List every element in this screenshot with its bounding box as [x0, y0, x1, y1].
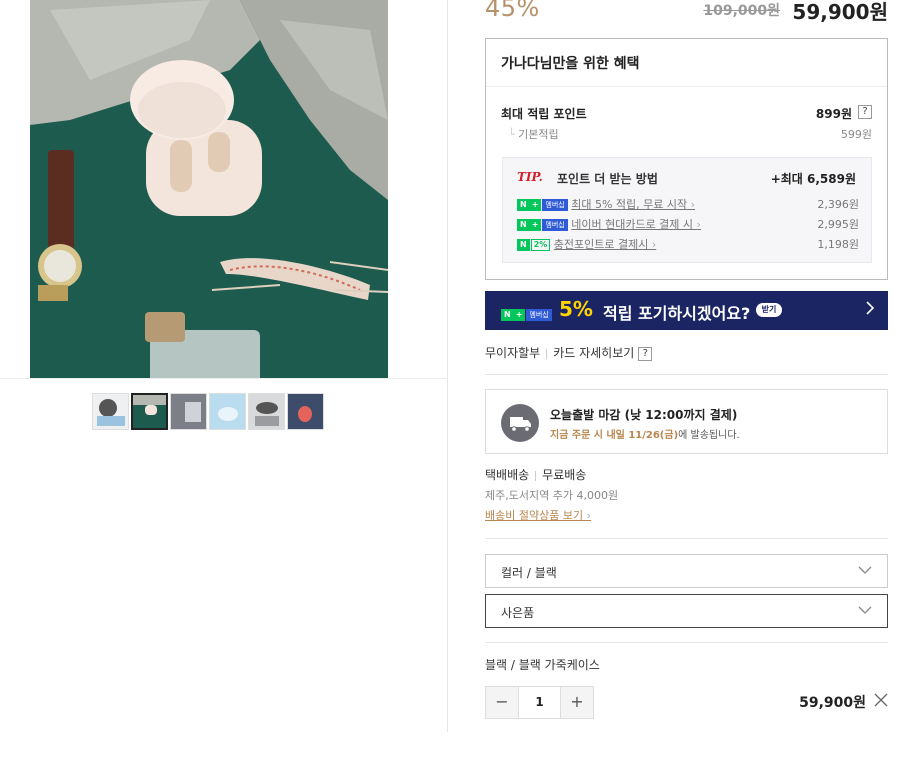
- benefit-title: 가나다님만을 위한 혜택: [501, 56, 640, 72]
- shipping-box: 오늘출발 마감 (낮 12:00까지 결제) 지금 주문 시 내일 11/26(…: [485, 389, 888, 454]
- thumbnail-6[interactable]: [287, 393, 324, 430]
- sale-price: 59,900원: [792, 0, 888, 24]
- saving-products-link[interactable]: 배송비 절약상품 보기: [485, 507, 591, 523]
- price-row: 45% 109,000원 59,900원: [485, 0, 888, 24]
- tip-box: TIP. 포인트 더 받는 방법 +최대 6,589원 N + 멤버십 최대 5% …: [502, 157, 872, 263]
- delivery-fee: 무료배송: [542, 468, 587, 482]
- shipping-note: 에 발송됩니다.: [678, 430, 740, 441]
- benefit-box: 가나다님만을 위한 혜택 최대 적립 포인트 899원 ? 기본적립 599원 …: [485, 38, 888, 280]
- truck-icon: [501, 404, 539, 442]
- earbuds-photo: [30, 0, 388, 378]
- benefit-divider: [486, 86, 887, 87]
- max-points-value: 899원: [815, 107, 852, 121]
- tip-item-amount: 2,396원: [817, 198, 859, 211]
- tip-item-amount: 1,198원: [817, 238, 859, 251]
- discount-rate: 45%: [485, 0, 540, 22]
- line-total-price: 59,900원: [799, 695, 866, 711]
- tip-title: 포인트 더 받는 방법: [557, 172, 658, 186]
- plus-badge: +: [528, 199, 542, 211]
- card-info-row: 무이자할부 카드 자세히보기?: [485, 344, 653, 361]
- quantity-stepper: − 1 +: [485, 686, 594, 719]
- shipping-title: 오늘출발 마감 (낮 12:00까지 결제): [550, 408, 738, 422]
- tip-item-membership[interactable]: N+멤버십 최대 5% 적립, 무료 시작 2,396원: [517, 196, 859, 212]
- points-help-icon[interactable]: ?: [858, 105, 872, 119]
- banner-pill[interactable]: 받기: [756, 303, 782, 317]
- tip-item-text[interactable]: 최대 5% 적립, 무료 시작: [571, 198, 695, 211]
- chevron-down-icon: [858, 563, 872, 580]
- delivery-method: 택배배송: [485, 468, 530, 482]
- separator: [546, 348, 548, 359]
- plus-badge: +: [528, 219, 542, 231]
- thumbnail-4[interactable]: [209, 393, 246, 430]
- color-select[interactable]: 컬러 / 블랙: [485, 554, 888, 588]
- installment-label: 무이자할부: [485, 346, 541, 360]
- thumbnail-3[interactable]: [170, 393, 207, 430]
- delivery-row: 택배배송 무료배송: [485, 466, 586, 483]
- shipping-date: 지금 주문 시 내일 11/26(금): [550, 430, 679, 441]
- plus-badge: +: [512, 308, 526, 321]
- card-detail-link[interactable]: 카드 자세히보기: [553, 346, 634, 360]
- card-help-icon[interactable]: ?: [638, 346, 653, 361]
- gift-select-value: 사은품: [501, 606, 535, 620]
- chevron-down-icon: [858, 603, 872, 620]
- thumbnail-2[interactable]: [131, 393, 168, 430]
- tip-mark: TIP.: [517, 170, 543, 184]
- percent-badge: 2%: [530, 239, 551, 251]
- original-price: 109,000원: [703, 3, 780, 19]
- base-points-label: 기본적립: [508, 126, 558, 142]
- gift-select[interactable]: 사은품: [485, 594, 888, 628]
- membership-badge: 멤버십: [526, 308, 552, 321]
- thumbnail-5[interactable]: [248, 393, 285, 430]
- product-gallery: [0, 0, 448, 732]
- tip-max-points: +최대 6,589원: [770, 172, 856, 186]
- section-divider: [485, 374, 888, 375]
- naver-badge: N: [517, 239, 530, 251]
- quantity-value[interactable]: 1: [518, 687, 561, 718]
- tip-item-hyundai-card[interactable]: N+멤버십 네이버 현대카드로 결제 시 2,995원: [517, 216, 859, 232]
- thumbnail-1[interactable]: [92, 393, 129, 430]
- banner-highlight: 5%: [559, 297, 593, 321]
- tip-item-amount: 2,995원: [817, 218, 859, 231]
- tip-item-charge-points[interactable]: N2% 충전포인트로 결제시 1,198원: [517, 236, 859, 252]
- image-divider: [0, 378, 448, 379]
- chevron-right-icon: [866, 301, 875, 319]
- membership-banner[interactable]: N + 멤버십 5% 적립 포기하시겠어요? 받기: [485, 291, 888, 330]
- membership-badge: 멤버십: [542, 199, 568, 211]
- product-main-image: [30, 0, 388, 378]
- banner-text: 적립 포기하시겠어요?: [603, 304, 751, 323]
- product-page: 45% 109,000원 59,900원 가나다님만을 위한 혜택 최대 적립 …: [0, 0, 900, 768]
- membership-badge: 멤버십: [542, 219, 568, 231]
- extra-fee-note: 제주,도서지역 추가 4,000원: [485, 489, 619, 502]
- quantity-increase-button[interactable]: +: [561, 687, 593, 718]
- section-divider: [485, 642, 888, 643]
- banner-badge: N + 멤버십: [501, 304, 552, 323]
- thumbnail-strip: [92, 393, 324, 430]
- section-divider: [485, 538, 888, 539]
- tip-item-text[interactable]: 네이버 현대카드로 결제 시: [571, 218, 701, 231]
- base-points-value: 599원: [840, 128, 872, 141]
- quantity-decrease-button[interactable]: −: [486, 687, 518, 718]
- max-points-label: 최대 적립 포인트: [501, 107, 587, 121]
- selected-option-name: 블랙 / 블랙 가죽케이스: [485, 658, 600, 672]
- separator: [535, 470, 537, 481]
- shipping-subtitle: 지금 주문 시 내일 11/26(금)에 발송됩니다.: [550, 426, 740, 441]
- color-select-value: 컬러 / 블랙: [501, 566, 557, 580]
- tip-item-text[interactable]: 충전포인트로 결제시: [554, 238, 656, 251]
- close-icon[interactable]: [874, 692, 888, 707]
